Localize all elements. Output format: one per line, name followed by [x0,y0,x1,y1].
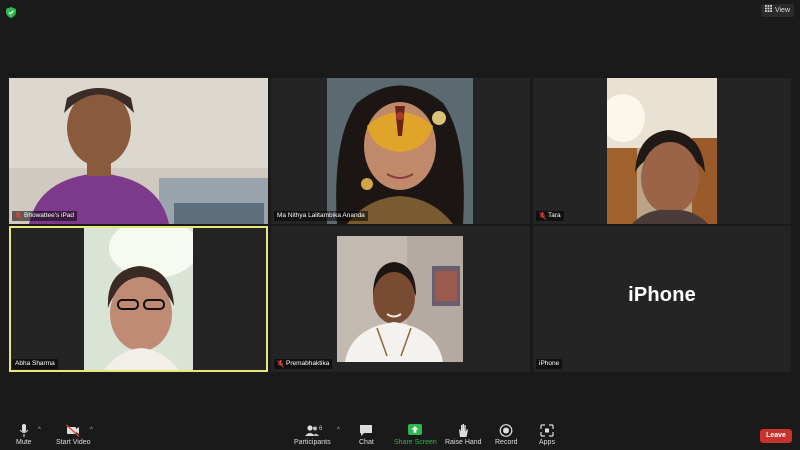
participant-video [84,228,193,370]
raise-hand-icon [459,424,469,437]
meeting-toolbar: Mute ^ Start Video ^ Participants 6 ^ Ch… [0,418,800,450]
view-button[interactable]: View [760,4,794,17]
participant-name-bar: iPhone [536,359,563,369]
share-screen-button[interactable]: Share Screen [394,424,437,446]
chat-icon [360,425,373,436]
participant-video [607,78,717,224]
participant-name: iPhone [539,360,560,367]
participant-video [337,236,463,362]
participant-name: Premabhaktika [286,360,330,367]
mute-options-caret[interactable]: ^ [38,427,41,433]
participant-name: Bhowattee's iPad [24,212,75,219]
mic-muted-icon [277,360,284,368]
participant-video [327,78,473,224]
participant-tile[interactable]: Premabhaktika [271,226,530,372]
record-button[interactable]: Record [495,424,518,446]
camera-off-icon [66,424,80,437]
record-label: Record [495,439,518,446]
mute-button[interactable]: Mute [16,424,32,446]
mic-muted-icon [15,212,22,220]
top-bar: View [0,0,800,20]
participant-tile-active-speaker[interactable]: Abha Sharma [9,226,268,372]
record-icon [499,424,513,437]
participant-name-bar: Premabhaktika [274,359,333,369]
participant-tile[interactable]: Bhowattee's iPad [9,78,268,224]
participant-name: Abha Sharma [15,360,55,367]
share-screen-icon [408,424,423,435]
chat-button[interactable]: Chat [359,424,374,446]
participant-name: Tara [548,212,561,219]
participant-name-bar: Tara [536,211,564,221]
participants-options-caret[interactable]: ^ [337,427,340,433]
view-label: View [774,7,790,14]
grid-icon [764,4,772,17]
chat-label: Chat [359,439,374,446]
participant-name-bar: Abha Sharma [12,359,58,369]
participant-video [9,78,268,224]
participant-name-bar: Ma Nithya Lalitambika Ananda [274,211,368,221]
mic-muted-icon [539,212,546,220]
participant-name: Ma Nithya Lalitambika Ananda [277,212,365,219]
raise-hand-button[interactable]: Raise Hand [445,424,482,446]
share-screen-label: Share Screen [394,439,437,446]
mute-label: Mute [16,439,32,446]
participant-display-name: iPhone [628,284,696,306]
participant-tile[interactable]: Ma Nithya Lalitambika Ananda [271,78,530,224]
participant-tile[interactable]: iPhone iPhone [533,226,791,372]
start-video-label: Start Video [56,439,91,446]
apps-button[interactable]: Apps [539,424,555,446]
participant-tile[interactable]: Tara [533,78,791,224]
participant-name-bar: Bhowattee's iPad [12,211,78,221]
start-video-button[interactable]: Start Video [56,424,91,446]
participants-icon [305,425,320,436]
shield-check-icon[interactable] [6,5,16,18]
participants-label: Participants [294,439,331,446]
apps-label: Apps [539,439,555,446]
participants-count: 6 [319,426,323,432]
apps-icon [540,424,554,437]
microphone-icon [19,424,29,437]
leave-button[interactable]: Leave [760,429,792,443]
participants-button[interactable]: Participants [294,424,331,446]
video-options-caret[interactable]: ^ [90,427,93,433]
raise-hand-label: Raise Hand [445,439,482,446]
